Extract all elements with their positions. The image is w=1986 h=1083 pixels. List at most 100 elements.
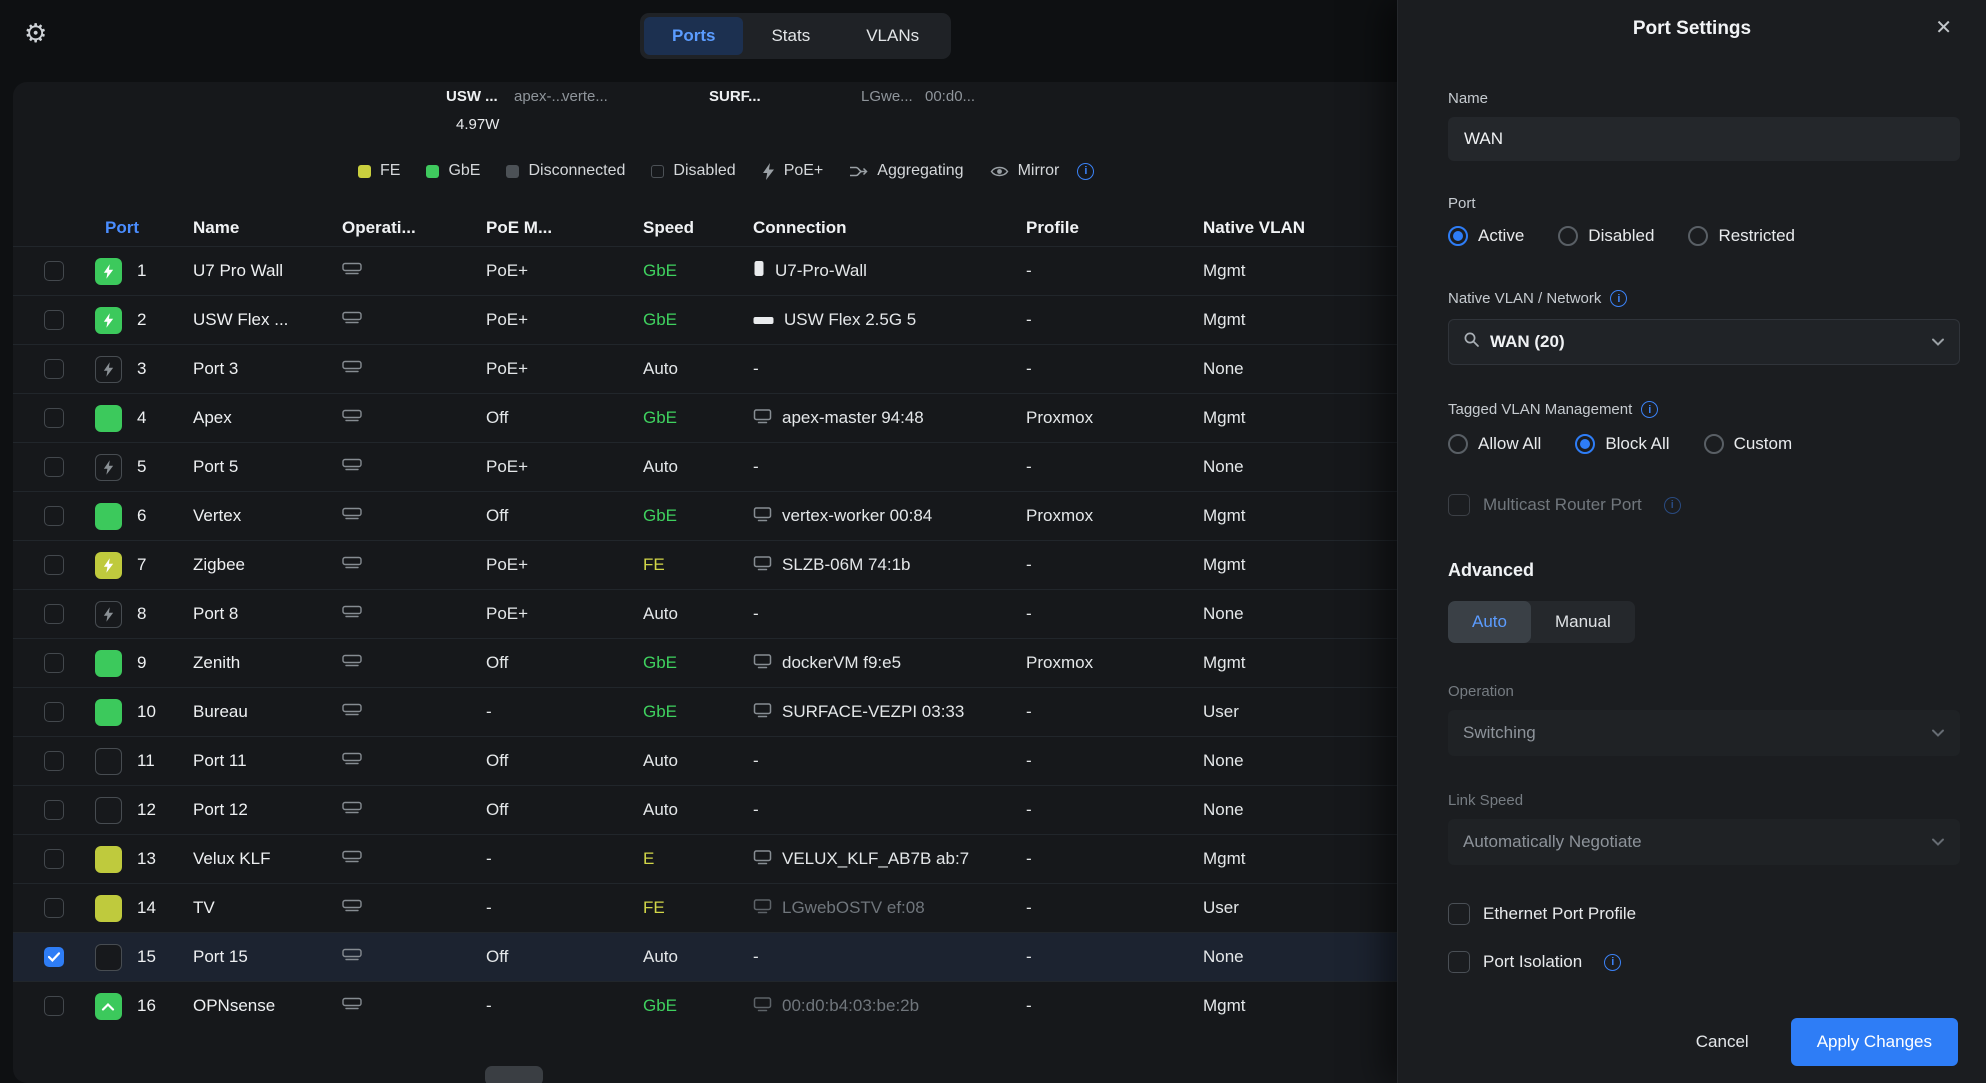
row-checkbox[interactable] (44, 702, 64, 722)
radio-tagged-vlan-allow-all[interactable]: Allow All (1448, 434, 1541, 454)
disconnected-swatch (506, 165, 519, 178)
name-input[interactable] (1448, 117, 1960, 161)
port-number: 13 (137, 849, 193, 869)
row-checkbox[interactable] (44, 751, 64, 771)
table-row-port-5[interactable]: 5 Port 5 PoE+ Auto - - None (13, 442, 1397, 491)
operation-select[interactable]: Switching (1448, 710, 1960, 756)
port-table-rows: 1 U7 Pro Wall PoE+ GbE U7-Pro-Wall - Mgm… (13, 246, 1397, 1030)
device-label[interactable]: USW ... (446, 88, 498, 105)
row-checkbox[interactable] (44, 849, 64, 869)
operation-icon (342, 849, 362, 869)
advanced-mode-manual[interactable]: Manual (1531, 601, 1635, 643)
table-row-port-12[interactable]: 12 Port 12 Off Auto - - None (13, 785, 1397, 834)
row-checkbox[interactable] (44, 457, 64, 477)
legend-label: Mirror (1018, 162, 1060, 180)
connection: - (753, 947, 1026, 967)
client-device-icon (753, 996, 772, 1017)
column-header[interactable]: Speed (643, 218, 753, 238)
table-row-port-7[interactable]: 7 Zigbee PoE+ FE SLZB-06M 74:1b - Mgmt (13, 540, 1397, 589)
port-number: 7 (137, 555, 193, 575)
table-row-port-14[interactable]: 14 TV - FE LGwebOSTV ef:08 - User (13, 883, 1397, 932)
row-checkbox[interactable] (44, 506, 64, 526)
radio-port-state-active[interactable]: Active (1448, 226, 1524, 246)
row-checkbox[interactable] (44, 408, 64, 428)
native-vlan: User (1203, 702, 1397, 722)
row-checkbox[interactable] (44, 653, 64, 673)
poe-mode: Off (486, 653, 643, 673)
poe-mode: PoE+ (486, 261, 643, 281)
column-header[interactable]: Connection (753, 218, 1026, 238)
multicast-router-port-checkbox[interactable]: Multicast Router Port i (1448, 494, 1960, 516)
device-label[interactable]: SURF... (709, 88, 761, 105)
advanced-mode-auto[interactable]: Auto (1448, 601, 1531, 643)
column-header[interactable]: Operati... (342, 218, 486, 238)
port-isolation-checkbox[interactable]: Port Isolation i (1448, 951, 1960, 973)
row-checkbox[interactable] (44, 604, 64, 624)
device-label[interactable]: apex-... (514, 88, 564, 105)
table-row-port-8[interactable]: 8 Port 8 PoE+ Auto - - None (13, 589, 1397, 638)
device-label[interactable]: 00:d0... (925, 88, 975, 105)
native-vlan-select[interactable]: WAN (20) (1448, 319, 1960, 365)
cancel-button[interactable]: Cancel (1696, 1032, 1749, 1052)
info-icon: i (1664, 497, 1681, 514)
port-name: Zigbee (193, 555, 342, 575)
connection-label: SLZB-06M 74:1b (782, 555, 911, 575)
row-checkbox[interactable] (44, 947, 64, 967)
native-vlan: Mgmt (1203, 310, 1397, 330)
link-speed-select[interactable]: Automatically Negotiate (1448, 819, 1960, 865)
tab-stats[interactable]: Stats (743, 17, 838, 55)
checkbox (1448, 903, 1470, 925)
radio-tagged-vlan-custom[interactable]: Custom (1704, 434, 1793, 454)
apply-changes-button[interactable]: Apply Changes (1791, 1018, 1958, 1066)
info-icon[interactable]: i (1604, 954, 1621, 971)
table-row-port-3[interactable]: 3 Port 3 PoE+ Auto - - None (13, 344, 1397, 393)
port-status-icon-poe-idle (95, 454, 122, 481)
row-checkbox[interactable] (44, 898, 64, 918)
table-row-port-10[interactable]: 10 Bureau - GbE SURFACE-VEZPI 03:33 - Us… (13, 687, 1397, 736)
port-status-icon-disconnected (95, 944, 122, 971)
table-row-port-2[interactable]: 2 USW Flex ... PoE+ GbE USW Flex 2.5G 5 … (13, 295, 1397, 344)
horizontal-scrollbar[interactable] (485, 1066, 543, 1083)
legend-item-disabled: Disabled (651, 162, 735, 180)
column-header[interactable]: PoE M... (486, 218, 643, 238)
table-row-port-13[interactable]: 13 Velux KLF - E VELUX_KLF_AB7B ab:7 - M… (13, 834, 1397, 883)
info-icon[interactable]: i (1610, 290, 1627, 307)
tab-vlans[interactable]: VLANs (838, 17, 947, 55)
port-status-icon-uplink (95, 993, 122, 1020)
radio-port-state-disabled[interactable]: Disabled (1558, 226, 1654, 246)
table-row-port-1[interactable]: 1 U7 Pro Wall PoE+ GbE U7-Pro-Wall - Mgm… (13, 246, 1397, 295)
radio-port-state-restricted[interactable]: Restricted (1688, 226, 1795, 246)
tagged-vlan-label: Tagged VLAN Management (1448, 401, 1632, 418)
port-settings-panel: Port Settings ✕ Name Port ActiveDisabled… (1397, 0, 1986, 1083)
row-checkbox[interactable] (44, 359, 64, 379)
row-checkbox[interactable] (44, 555, 64, 575)
disabled-swatch (651, 165, 664, 178)
port-name: Port 8 (193, 604, 342, 624)
tab-ports[interactable]: Ports (644, 17, 743, 55)
close-icon[interactable]: ✕ (1935, 15, 1952, 40)
row-checkbox[interactable] (44, 996, 64, 1016)
poe-mode: Off (486, 506, 643, 526)
row-checkbox[interactable] (44, 800, 64, 820)
row-checkbox[interactable] (44, 261, 64, 281)
device-label[interactable]: LGwe... (861, 88, 913, 105)
column-header[interactable]: Native VLAN (1203, 218, 1397, 238)
column-header[interactable]: Profile (1026, 218, 1203, 238)
device-label[interactable]: verte... (562, 88, 608, 105)
table-row-port-15[interactable]: 15 Port 15 Off Auto - - None (13, 932, 1397, 981)
table-row-port-4[interactable]: 4 Apex Off GbE apex-master 94:48 Proxmox… (13, 393, 1397, 442)
column-header[interactable]: Name (193, 218, 342, 238)
radio-tagged-vlan-block-all[interactable]: Block All (1575, 434, 1669, 454)
profile: - (1026, 702, 1203, 722)
info-icon[interactable]: i (1077, 163, 1094, 180)
table-row-port-6[interactable]: 6 Vertex Off GbE vertex-worker 00:84 Pro… (13, 491, 1397, 540)
ethernet-port-profile-checkbox[interactable]: Ethernet Port Profile (1448, 903, 1960, 925)
table-row-port-11[interactable]: 11 Port 11 Off Auto - - None (13, 736, 1397, 785)
info-icon[interactable]: i (1641, 401, 1658, 418)
table-row-port-16[interactable]: 16 OPNsense - GbE 00:d0:b4:03:be:2b - Mg… (13, 981, 1397, 1030)
gear-icon[interactable]: ⚙ (24, 20, 47, 46)
column-header-port[interactable]: Port (79, 218, 193, 238)
row-checkbox[interactable] (44, 310, 64, 330)
port-name: TV (193, 898, 342, 918)
table-row-port-9[interactable]: 9 Zenith Off GbE dockerVM f9:e5 Proxmox … (13, 638, 1397, 687)
